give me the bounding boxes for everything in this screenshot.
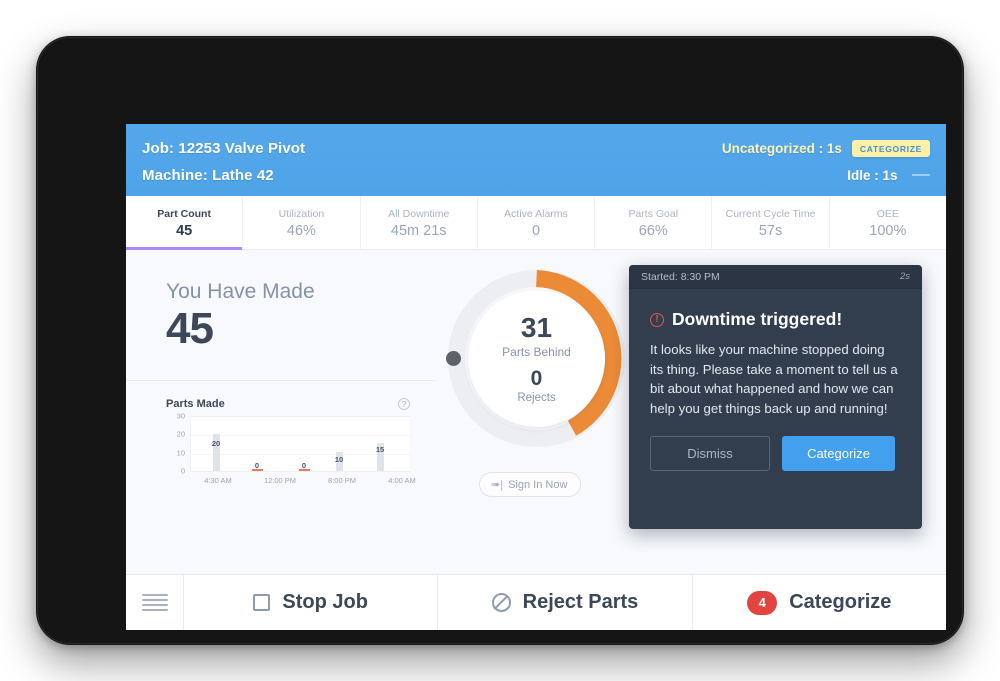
x-tick: 12:00 PM: [263, 476, 297, 485]
metric-value: 45m 21s: [390, 223, 447, 239]
metric-label: All Downtime: [388, 208, 450, 220]
metric-value: 0: [531, 223, 541, 239]
metric-label: Parts Goal: [628, 208, 679, 220]
y-tick: 10: [176, 448, 185, 458]
you-have-made-value: 45: [166, 304, 214, 353]
categorize-footer-label: Categorize: [789, 591, 892, 613]
stop-job-button[interactable]: Stop Job: [184, 575, 439, 630]
metric-label: Utilization: [278, 208, 325, 220]
metric-label: OEE: [876, 208, 899, 220]
hamburger-menu-icon: [141, 591, 168, 614]
main-content: You Have Made 45 Parts Made ? 30 20 10 0…: [126, 250, 946, 574]
downtime-card: Started: 8:30 PM 2s ! Downtime triggered…: [629, 265, 922, 529]
help-icon[interactable]: ?: [398, 398, 410, 410]
machine-title: Machine: Lathe 42: [142, 167, 274, 184]
chart-x-axis: 4:30 AM 12:00 PM 8:00 PM 4:00 AM: [190, 476, 416, 488]
y-tick: 30: [176, 411, 185, 421]
no-entry-icon: [491, 593, 511, 612]
screenshot-root: Job: 12253 Valve Pivot Uncategorized : 1…: [0, 0, 1000, 681]
x-tick: 8:00 PM: [328, 476, 356, 485]
dismiss-button[interactable]: Dismiss: [650, 436, 770, 472]
rejects-label: Rejects: [517, 391, 556, 404]
chart-bars: 20 0 0 10 15: [190, 416, 410, 472]
menu-button[interactable]: [126, 575, 184, 630]
idle-dash-icon: [912, 174, 930, 177]
chart-bar-label: 15: [375, 445, 385, 454]
chart-plot-area: 30 20 10 0 20 0 0 10 15 4:30 AM 12:00 PM…: [166, 412, 416, 488]
downtime-card-body: ! Downtime triggered! It looks like your…: [629, 289, 922, 472]
chart-header: Parts Made ?: [166, 398, 410, 410]
job-title: Job: 12253 Valve Pivot: [142, 140, 306, 157]
y-tick: 0: [180, 466, 185, 476]
metric-value: 46%: [286, 223, 316, 239]
tablet-device-frame: Job: 12253 Valve Pivot Uncategorized : 1…: [36, 36, 964, 645]
donut-gauge: 31 Parts Behind 0 Rejects: [444, 266, 629, 451]
downtime-card-message: It looks like your machine stopped doing…: [650, 342, 898, 416]
warning-icon: !: [650, 312, 664, 327]
reject-parts-button[interactable]: Reject Parts: [438, 575, 693, 630]
header-uncategorized-group: Uncategorized : 1s CATEGORIZE: [722, 140, 930, 157]
downtime-card-titlebar: Started: 8:30 PM 2s: [629, 265, 922, 289]
pane-divider: [126, 380, 436, 381]
downtime-card-actions: Dismiss Categorize: [650, 436, 901, 472]
app-screen: Job: 12253 Valve Pivot Uncategorized : 1…: [126, 124, 946, 630]
parts-made-pane: You Have Made 45 Parts Made ? 30 20 10 0…: [126, 250, 436, 574]
bottom-action-bar: Stop Job Reject Parts 4 Categorize: [126, 574, 946, 630]
parts-behind-label: Parts Behind: [502, 344, 571, 359]
metric-value: 45: [176, 223, 193, 239]
stop-square-icon: [253, 594, 271, 611]
chart-gridline: [191, 435, 410, 436]
gauge-marker-dot: [446, 351, 461, 366]
parts-behind-gauge-pane: 31 Parts Behind 0 Rejects ➠| Sign In Now: [436, 250, 636, 574]
header-row-machine: Machine: Lathe 42 Idle : 1s: [142, 162, 930, 189]
stop-job-label: Stop Job: [282, 591, 368, 613]
chart-bar-label: 20: [211, 439, 221, 448]
app-header: Job: 12253 Valve Pivot Uncategorized : 1…: [126, 124, 946, 196]
metric-active-alarms[interactable]: Active Alarms 0: [478, 196, 596, 249]
categorize-button[interactable]: Categorize: [782, 436, 895, 472]
metric-value: 100%: [869, 223, 907, 239]
idle-status-group: Idle : 1s: [847, 167, 930, 185]
you-have-made-label: You Have Made: [166, 280, 315, 303]
x-tick: 4:00 AM: [388, 476, 416, 485]
chart-bar-label: 0: [301, 461, 307, 470]
downtime-card-title: ! Downtime triggered!: [650, 309, 901, 330]
chart-bar-label: 0: [254, 461, 260, 470]
metric-oee[interactable]: OEE 100%: [830, 196, 946, 249]
metric-all-downtime[interactable]: All Downtime 45m 21s: [361, 196, 478, 249]
sign-in-icon: ➠|: [491, 479, 504, 491]
downtime-title-text: Downtime triggered!: [672, 309, 843, 329]
metric-parts-goal[interactable]: Parts Goal 66%: [595, 196, 713, 249]
metrics-bar: Part Count 45 Utilization 46% All Downti…: [126, 196, 946, 250]
parts-made-chart: Parts Made ? 30 20 10 0 20 0 0 10 15 4:3…: [166, 398, 416, 486]
idle-status: Idle : 1s: [847, 167, 898, 183]
categorize-count-badge: 4: [747, 590, 778, 615]
metric-label: Current Cycle Time: [725, 208, 816, 220]
chart-title: Parts Made: [166, 398, 225, 410]
reject-parts-label: Reject Parts: [522, 591, 639, 613]
metric-label: Active Alarms: [504, 208, 568, 220]
metric-utilization[interactable]: Utilization 46%: [243, 196, 361, 249]
rejects-value: 0: [530, 366, 543, 390]
parts-behind-value: 31: [520, 311, 553, 343]
metric-current-cycle-time[interactable]: Current Cycle Time 57s: [712, 196, 830, 249]
chart-y-axis: 30 20 10 0: [166, 412, 188, 476]
metric-value: 57s: [758, 223, 783, 239]
downtime-started-time: Started: 8:30 PM: [641, 270, 720, 283]
metric-value: 66%: [638, 223, 668, 239]
y-tick: 20: [176, 429, 185, 439]
uncategorized-status: Uncategorized : 1s: [721, 141, 842, 156]
sign-in-now-button[interactable]: ➠| Sign In Now: [479, 472, 582, 497]
x-tick: 4:30 AM: [204, 476, 232, 485]
categorize-chip-button[interactable]: CATEGORIZE: [851, 140, 930, 157]
chart-bar-label: 10: [334, 455, 344, 464]
header-row-job: Job: 12253 Valve Pivot Uncategorized : 1…: [142, 135, 930, 162]
downtime-elapsed: 2s: [899, 271, 910, 282]
metric-label: Part Count: [157, 208, 211, 220]
metric-part-count[interactable]: Part Count 45: [126, 196, 244, 250]
gauge-center: 31 Parts Behind 0 Rejects: [468, 290, 605, 427]
sign-in-label: Sign In Now: [508, 478, 568, 491]
categorize-footer-button[interactable]: 4 Categorize: [693, 575, 946, 630]
